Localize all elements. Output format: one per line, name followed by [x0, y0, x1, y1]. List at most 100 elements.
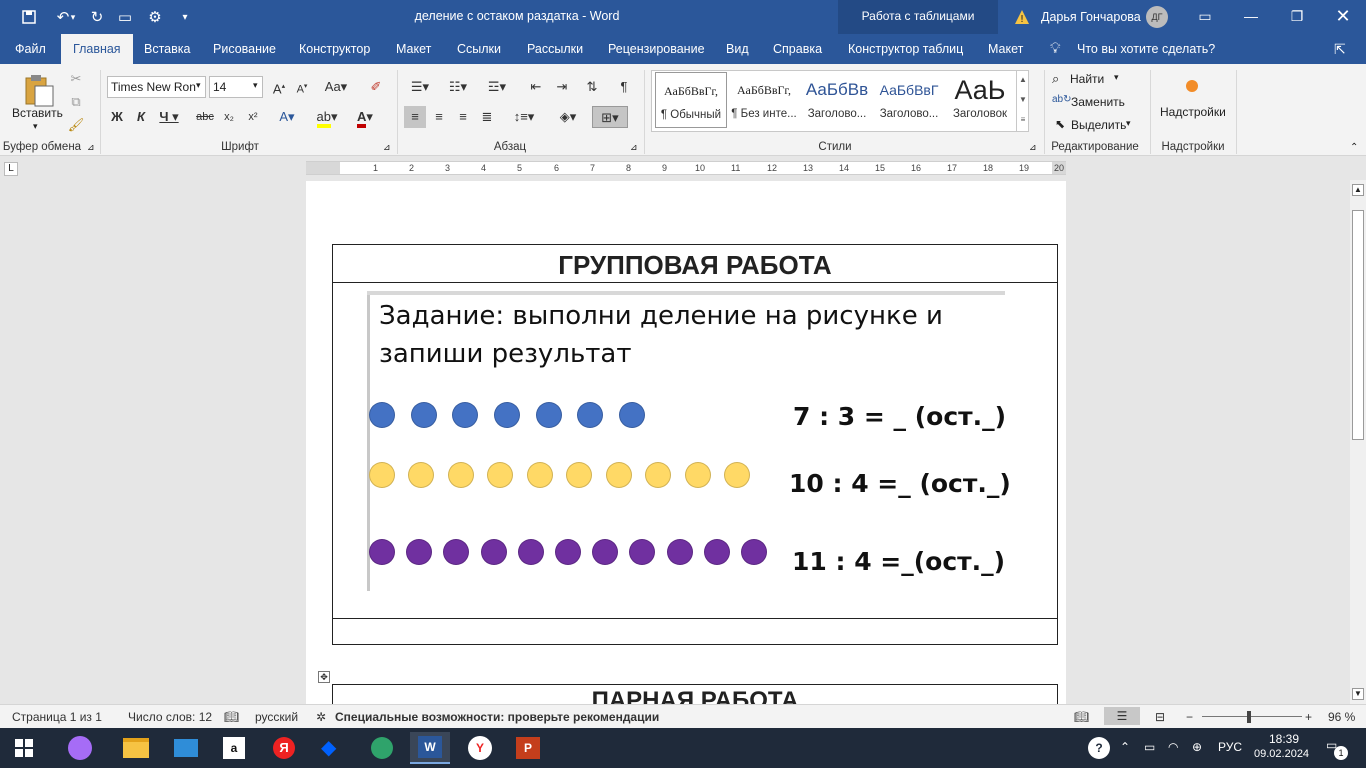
vertical-scrollbar[interactable]: ▲ ▼ — [1350, 180, 1366, 704]
align-center-icon[interactable]: ≡ — [429, 106, 449, 128]
edge-icon[interactable] — [362, 732, 402, 764]
paste-icon[interactable] — [20, 72, 56, 108]
shrink-font-icon[interactable]: A▾ — [293, 76, 311, 98]
collapse-ribbon-icon[interactable]: ⌃ — [1350, 142, 1358, 153]
alice-assistant-icon[interactable] — [60, 732, 100, 764]
tab-selector-icon[interactable]: L — [4, 162, 18, 176]
ribbon-display-icon[interactable]: ▭ — [1182, 0, 1228, 34]
search-icon[interactable]: ⌕ — [1052, 71, 1059, 87]
word-app-icon[interactable]: W — [410, 732, 450, 764]
share-icon[interactable]: ⇱ — [1334, 34, 1346, 64]
table-title[interactable]: ГРУППОВАЯ РАБОТА — [333, 245, 1057, 283]
superscript-icon[interactable]: x² — [244, 106, 262, 128]
bold-icon[interactable]: Ж — [108, 106, 126, 128]
tab-review[interactable]: Рецензирование — [608, 34, 705, 64]
select-dropdown-icon[interactable]: ▾ — [1126, 118, 1131, 129]
style-no-spacing[interactable]: АаБбВвГг, ¶ Без инте... — [728, 72, 800, 128]
sort-icon[interactable]: ⇅ — [582, 76, 602, 98]
table-move-handle-icon[interactable]: ✥ — [318, 671, 330, 683]
tab-mailings[interactable]: Рассылки — [527, 34, 583, 64]
tray-arrow-icon[interactable]: ⌃ — [1120, 740, 1130, 754]
yandex-icon[interactable]: Y — [460, 732, 500, 764]
tell-me-search[interactable]: Что вы хотите сделать? — [1077, 34, 1215, 64]
borders-icon[interactable]: ⊞▾ — [592, 106, 628, 128]
help-icon[interactable]: ? — [1088, 737, 1110, 759]
tab-help[interactable]: Справка — [773, 34, 822, 64]
tab-insert[interactable]: Вставка — [144, 34, 190, 64]
tab-draw[interactable]: Рисование — [213, 34, 276, 64]
paragraph-launcher-icon[interactable]: ⊿ — [630, 142, 638, 153]
document-page[interactable]: ГРУППОВАЯ РАБОТА Задание: выполни делени… — [306, 181, 1066, 704]
highlight-icon[interactable]: ab▾ — [312, 106, 342, 128]
network-icon[interactable]: ⊕ — [1192, 740, 1202, 754]
tab-design[interactable]: Конструктор — [299, 34, 370, 64]
grow-font-icon[interactable]: A▴ — [270, 76, 288, 98]
table2-title[interactable]: ПАРНАЯ РАБОТА — [333, 687, 1057, 704]
align-left-icon[interactable]: ≡ — [404, 106, 426, 128]
battery-icon[interactable]: ▭ — [1144, 740, 1155, 754]
addins-icon[interactable] — [1186, 80, 1198, 92]
table-pair-work[interactable]: ПАРНАЯ РАБОТА — [332, 684, 1058, 704]
bullets-icon[interactable]: ☰▾ — [405, 76, 435, 98]
paste-dropdown-icon[interactable]: ▾ — [33, 121, 38, 132]
read-mode-icon[interactable]: 📖︎ — [1074, 710, 1089, 724]
tab-table-design[interactable]: Конструктор таблиц — [848, 34, 963, 64]
close-icon[interactable]: ✕ — [1320, 0, 1366, 34]
clear-formatting-icon[interactable]: ✐ — [366, 76, 386, 98]
tab-file[interactable]: Файл — [15, 34, 46, 64]
file-explorer-icon[interactable] — [116, 732, 156, 764]
paste-button[interactable]: Вставить — [12, 106, 63, 120]
zoom-slider-thumb[interactable] — [1247, 711, 1251, 723]
strikethrough-icon[interactable]: abc — [194, 106, 216, 128]
word-count[interactable]: Число слов: 12 — [128, 710, 212, 724]
avatar[interactable]: ДГ — [1146, 6, 1168, 28]
zoom-level[interactable]: 96 % — [1328, 710, 1355, 724]
cut-icon[interactable]: ✂ — [66, 68, 86, 90]
scroll-up-icon[interactable]: ▲ — [1352, 184, 1364, 196]
multilevel-list-icon[interactable]: ☲▾ — [480, 76, 514, 98]
find-dropdown-icon[interactable]: ▾ — [1114, 72, 1119, 83]
text-effects-icon[interactable]: A▾ — [274, 106, 300, 128]
styles-launcher-icon[interactable]: ⊿ — [1029, 142, 1037, 153]
change-case-icon[interactable]: Aa▾ — [322, 76, 350, 98]
proofing-icon[interactable]: 📖︎ — [224, 710, 239, 724]
clock-time[interactable]: 18:39 — [1262, 732, 1306, 746]
decrease-indent-icon[interactable]: ⇤ — [526, 76, 546, 98]
yandex-browser-icon[interactable]: Я — [264, 732, 304, 764]
font-size-dropdown-icon[interactable]: ▾ — [253, 80, 258, 91]
zoom-slider[interactable] — [1202, 716, 1302, 717]
horizontal-ruler[interactable]: 1 2 3 4 5 6 7 8 9 10 11 12 13 14 15 16 17 18 19 20 — [306, 161, 1066, 175]
tab-layout[interactable]: Макет — [396, 34, 431, 64]
tab-view[interactable]: Вид — [726, 34, 749, 64]
web-layout-icon[interactable]: ⊟ — [1155, 710, 1165, 724]
table-group-work[interactable]: ГРУППОВАЯ РАБОТА Задание: выполни делени… — [332, 244, 1058, 645]
select-icon[interactable]: ⬉ — [1055, 117, 1065, 131]
align-right-icon[interactable]: ≡ — [453, 106, 473, 128]
replace-button[interactable]: Заменить — [1071, 95, 1125, 109]
subscript-icon[interactable]: x₂ — [220, 106, 238, 128]
font-launcher-icon[interactable]: ⊿ — [383, 142, 391, 153]
line-spacing-icon[interactable]: ↕≡▾ — [508, 106, 540, 128]
language-status[interactable]: русский — [255, 710, 298, 724]
italic-icon[interactable]: К — [132, 106, 150, 128]
tab-home[interactable]: Главная — [61, 34, 133, 64]
print-layout-icon[interactable]: ☰ — [1104, 707, 1140, 725]
shading-icon[interactable]: ◈▾ — [552, 106, 584, 128]
page-count[interactable]: Страница 1 из 1 — [12, 710, 102, 724]
amazon-icon[interactable]: a — [214, 732, 254, 764]
replace-icon[interactable]: ab↻ — [1052, 94, 1072, 105]
warning-icon[interactable]: ! — [1014, 9, 1030, 25]
minimize-icon[interactable]: — — [1228, 0, 1274, 34]
style-title[interactable]: АаЬ Заголовок — [944, 72, 1016, 128]
clock-date[interactable]: 09.02.2024 — [1254, 748, 1309, 760]
find-button[interactable]: Найти — [1070, 72, 1104, 86]
style-heading-1[interactable]: АаБбВв Заголово... — [801, 72, 873, 128]
style-normal[interactable]: АаБбВвГг, ¶ Обычный — [655, 72, 727, 128]
font-color-icon[interactable]: A▾ — [352, 106, 378, 128]
justify-icon[interactable]: ≣ — [477, 106, 497, 128]
tab-references[interactable]: Ссылки — [457, 34, 501, 64]
clipboard-launcher-icon[interactable]: ⊿ — [87, 142, 95, 153]
user-name[interactable]: Дарья Гончарова — [1041, 10, 1141, 24]
scroll-down-icon[interactable]: ▼ — [1352, 688, 1364, 700]
dropbox-icon[interactable]: ◆ — [312, 732, 352, 764]
